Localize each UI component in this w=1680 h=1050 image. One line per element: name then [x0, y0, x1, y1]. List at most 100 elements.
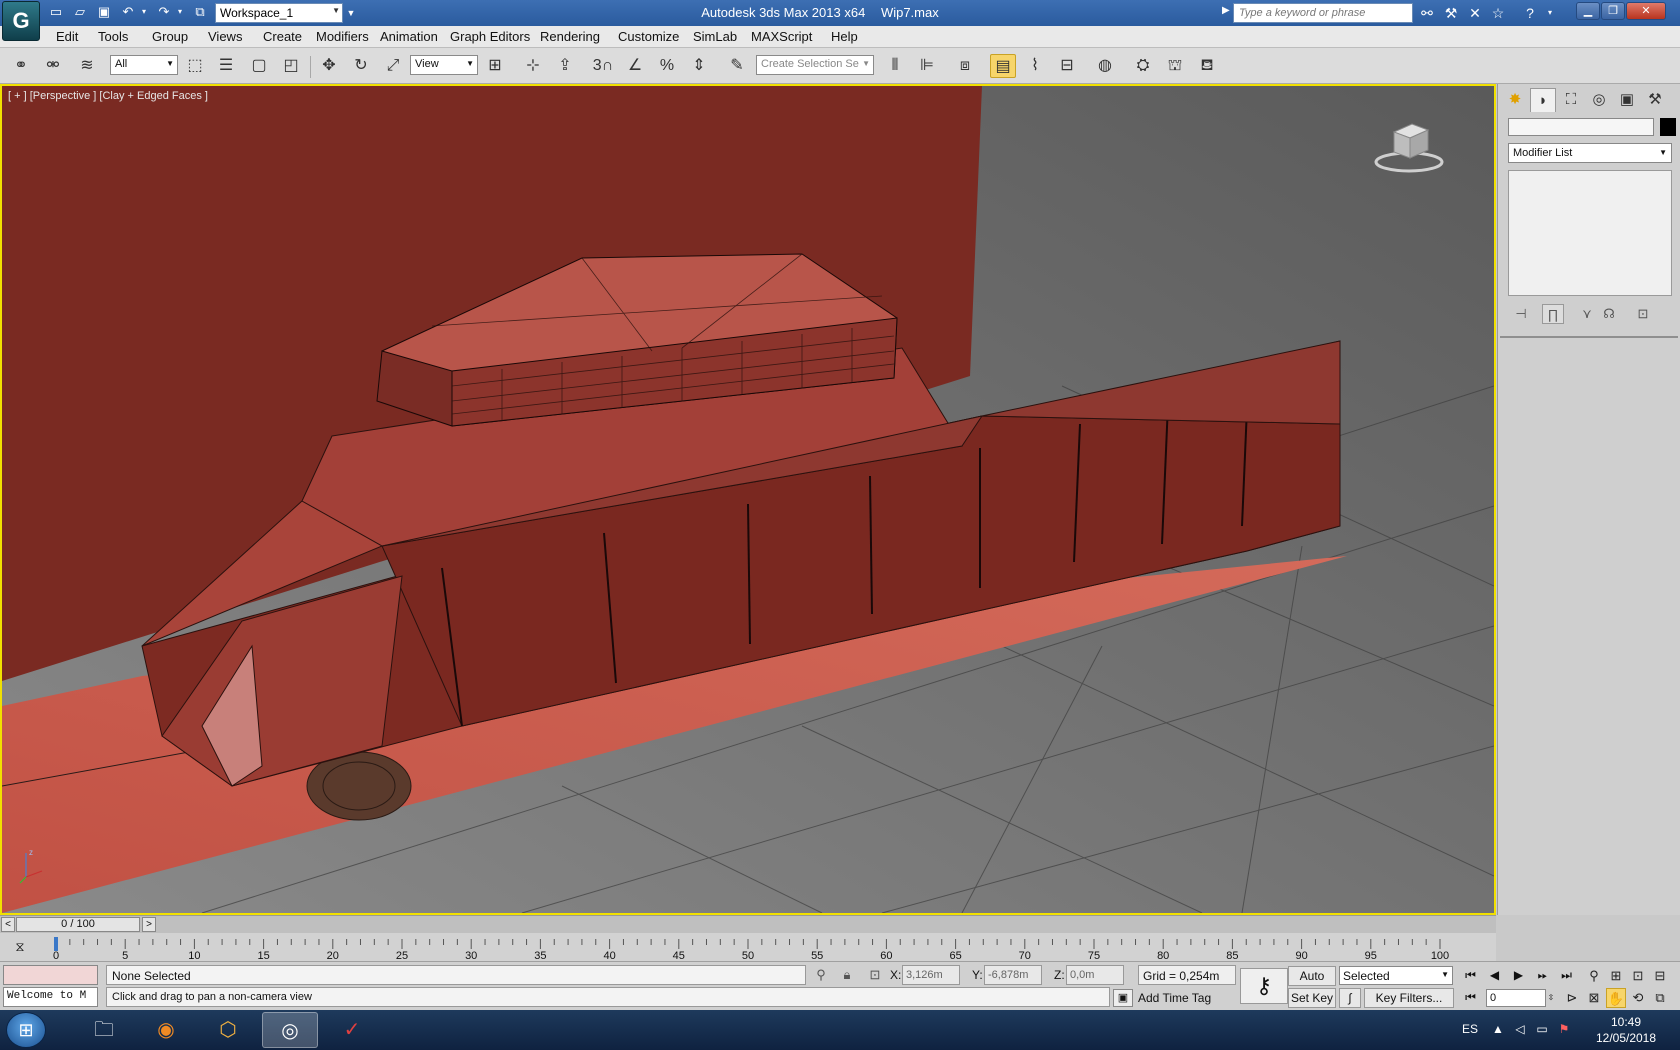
- redo-icon[interactable]: ↷: [156, 4, 172, 20]
- start-button-icon[interactable]: ⊞: [6, 1012, 46, 1048]
- curve-editor-icon[interactable]: ⌇: [1022, 54, 1048, 78]
- rectangular-selection-icon[interactable]: ▢: [246, 54, 272, 78]
- help-icon[interactable]: ?: [1521, 4, 1539, 22]
- add-time-tag-button[interactable]: Add Time Tag: [1138, 991, 1211, 1005]
- orbit-icon[interactable]: ⟲: [1628, 988, 1648, 1008]
- language-indicator[interactable]: ES: [1462, 1022, 1478, 1036]
- next-key-icon[interactable]: ⏩︎: [1532, 966, 1553, 985]
- bind-space-warp-icon[interactable]: ≋: [74, 54, 100, 78]
- select-object-icon[interactable]: ⬚: [182, 54, 208, 78]
- help-dropdown-icon[interactable]: ▾: [1541, 4, 1559, 22]
- x-coord-field[interactable]: 3,126m: [902, 965, 960, 985]
- frame-spinner-icon[interactable]: ⇳: [1546, 988, 1556, 1007]
- play-icon[interactable]: ▶︎: [1508, 966, 1529, 985]
- unlink-icon[interactable]: ⚮: [40, 54, 66, 78]
- menu-modifiers[interactable]: Modifiers: [316, 29, 369, 44]
- keyboard-shortcut-override-icon[interactable]: ⇪: [552, 54, 578, 78]
- minimize-button[interactable]: ▁: [1576, 2, 1600, 20]
- subscription-icon[interactable]: ⚒: [1442, 4, 1460, 22]
- communication-icon[interactable]: ✕: [1466, 4, 1484, 22]
- firefox-icon[interactable]: ◉: [138, 1012, 194, 1048]
- perspective-viewport[interactable]: [ + ] [Perspective ] [Clay + Edged Faces…: [0, 84, 1496, 915]
- absolute-mode-icon[interactable]: ⊡: [866, 966, 884, 984]
- viewcube-icon[interactable]: [1374, 118, 1444, 174]
- zoom-extents-icon[interactable]: ⊡: [1628, 966, 1648, 986]
- named-selection-select[interactable]: Create Selection Se ▼: [756, 55, 874, 75]
- volume-icon[interactable]: ◁: [1512, 1022, 1528, 1036]
- menu-customize[interactable]: Customize: [618, 29, 679, 44]
- project-folder-icon[interactable]: ⧉: [192, 4, 208, 20]
- app-logo-icon[interactable]: G: [2, 1, 40, 41]
- edit-named-selection-icon[interactable]: ✎: [724, 54, 750, 78]
- file-explorer-icon[interactable]: 🗀: [76, 1012, 132, 1048]
- action-center-icon[interactable]: ⚑: [1556, 1022, 1572, 1036]
- render-production-icon[interactable]: ⛾: [1194, 54, 1220, 78]
- walk-through-icon[interactable]: ⊠: [1584, 988, 1604, 1008]
- key-filters-button[interactable]: Key Filters...: [1364, 988, 1454, 1008]
- save-file-icon[interactable]: ▣: [96, 4, 112, 20]
- menu-simlab[interactable]: SimLab: [693, 29, 737, 44]
- workspace-menu-icon[interactable]: ▼: [345, 3, 357, 23]
- select-manipulate-icon[interactable]: ⊹: [520, 54, 546, 78]
- select-by-name-icon[interactable]: ☰: [213, 54, 239, 78]
- create-tab-icon[interactable]: ✸: [1502, 88, 1528, 112]
- menu-tools[interactable]: Tools: [98, 29, 128, 44]
- favorites-star-icon[interactable]: ☆: [1489, 4, 1507, 22]
- go-to-end-icon[interactable]: ⏭: [1556, 966, 1577, 985]
- hierarchy-tab-icon[interactable]: ⛶: [1558, 88, 1584, 112]
- isolate-selection-icon[interactable]: ⚲: [812, 966, 830, 984]
- mirror-icon[interactable]: ⫴: [882, 54, 908, 78]
- scale-icon[interactable]: ⤢: [380, 54, 406, 78]
- make-unique-icon[interactable]: ⋎: [1576, 304, 1598, 324]
- menu-maxscript[interactable]: MAXScript: [751, 29, 812, 44]
- z-coord-field[interactable]: 0,0m: [1066, 965, 1124, 985]
- set-key-button[interactable]: Set Key: [1288, 988, 1336, 1008]
- network-icon[interactable]: ▭: [1534, 1022, 1550, 1036]
- 3ds-max-taskbar-icon[interactable]: ◎: [262, 1012, 318, 1048]
- binoculars-icon[interactable]: ⚯: [1418, 4, 1436, 22]
- rotate-icon[interactable]: ↻: [348, 54, 374, 78]
- remove-modifier-icon[interactable]: ☊: [1598, 304, 1620, 324]
- default-tangents-icon[interactable]: ∫: [1339, 988, 1361, 1008]
- menu-views[interactable]: Views: [208, 29, 242, 44]
- zoom-icon[interactable]: ⚲: [1584, 966, 1604, 986]
- selection-filter-select[interactable]: All ▼: [110, 55, 178, 75]
- maxscript-listener-output[interactable]: Welcome to M: [3, 987, 98, 1007]
- pivot-center-icon[interactable]: ⊞: [482, 54, 508, 78]
- new-file-icon[interactable]: ▭: [48, 4, 64, 20]
- system-clock[interactable]: 10:49 12/05/2018: [1588, 1014, 1664, 1046]
- object-color-swatch[interactable]: [1660, 118, 1676, 136]
- undo-dropdown-icon[interactable]: ▾: [136, 4, 152, 20]
- menu-graph-editors[interactable]: Graph Editors: [450, 29, 530, 44]
- search-input[interactable]: Type a keyword or phrase: [1233, 3, 1413, 23]
- selection-lock-icon[interactable]: 🔒︎: [838, 966, 856, 984]
- go-to-start-icon[interactable]: ⏮: [1460, 966, 1481, 985]
- utilities-tab-icon[interactable]: ⚒: [1642, 88, 1668, 112]
- menu-rendering[interactable]: Rendering: [540, 29, 600, 44]
- object-name-input[interactable]: [1508, 118, 1654, 136]
- menu-animation[interactable]: Animation: [380, 29, 438, 44]
- configure-modifier-sets-icon[interactable]: ⊡: [1632, 304, 1654, 324]
- open-file-icon[interactable]: ▱: [72, 4, 88, 20]
- close-button[interactable]: ✕: [1626, 2, 1666, 20]
- window-crossing-icon[interactable]: ◰: [278, 54, 304, 78]
- field-of-view-icon[interactable]: ⊳: [1562, 988, 1582, 1008]
- time-slider[interactable]: < 0 / 100 >: [0, 915, 1496, 933]
- zoom-extents-all-icon[interactable]: ⊟: [1650, 966, 1670, 986]
- maxscript-mini-listener[interactable]: [3, 965, 98, 985]
- snap-toggle-icon[interactable]: 3∩: [590, 54, 616, 78]
- maximize-viewport-icon[interactable]: ⧉: [1650, 988, 1670, 1008]
- previous-frame-icon[interactable]: <: [1, 917, 15, 932]
- pan-view-icon[interactable]: ✋: [1606, 988, 1626, 1008]
- redo-dropdown-icon[interactable]: ▾: [172, 4, 188, 20]
- show-hidden-icons-icon[interactable]: ▲: [1490, 1022, 1506, 1036]
- y-coord-field[interactable]: -6,878m: [984, 965, 1042, 985]
- track-bar[interactable]: ⧖ 0 5 10 15 20 25 30 35 40 45 50 55 60 65 70 75 80 85 90 95…: [0, 933, 1496, 961]
- menu-edit[interactable]: Edit: [56, 29, 78, 44]
- move-icon[interactable]: ✥: [316, 54, 342, 78]
- graphite-ribbon-icon[interactable]: ▤: [990, 54, 1016, 78]
- display-tab-icon[interactable]: ▣: [1614, 88, 1640, 112]
- key-mode-select[interactable]: Selected ▼: [1339, 966, 1453, 985]
- modifier-list-select[interactable]: Modifier List ▼: [1508, 143, 1672, 163]
- angle-snap-icon[interactable]: ∠: [622, 54, 648, 78]
